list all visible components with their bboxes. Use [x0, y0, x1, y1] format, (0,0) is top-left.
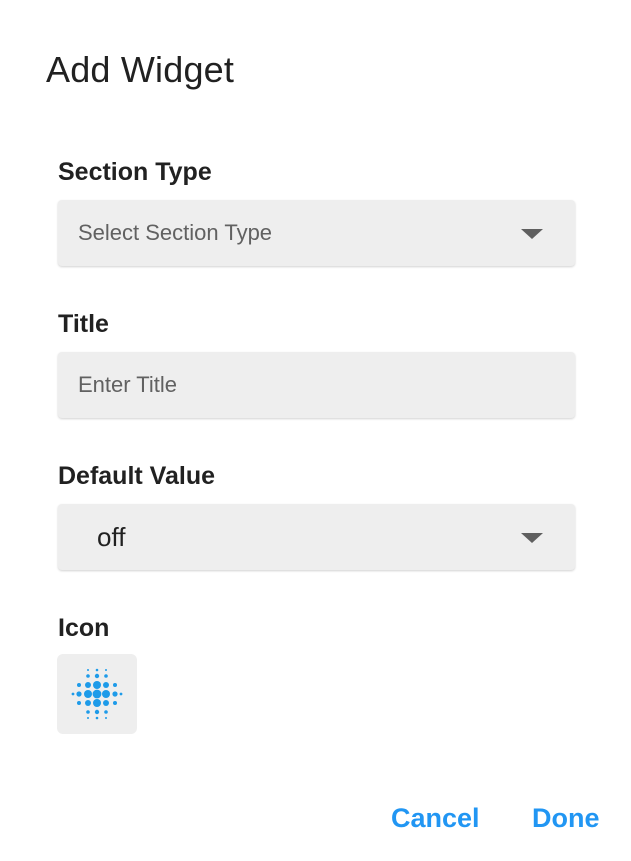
dotted-radial-icon: [71, 668, 123, 720]
icon-picker-button[interactable]: [57, 654, 137, 734]
add-widget-dialog: Add Widget Section Type Select Section T…: [0, 0, 631, 861]
default-value-selected: off: [97, 522, 126, 552]
dialog-title: Add Widget: [46, 49, 235, 90]
title-label: Title: [58, 310, 109, 338]
cancel-button[interactable]: Cancel: [391, 800, 480, 836]
chevron-down-icon: [521, 229, 543, 239]
section-type-placeholder: Select Section Type: [78, 220, 273, 245]
section-type-dropdown[interactable]: Select Section Type: [58, 200, 575, 266]
title-input[interactable]: Enter Title: [58, 352, 575, 418]
chevron-down-icon: [521, 533, 543, 543]
section-type-label: Section Type: [58, 158, 212, 186]
done-button[interactable]: Done: [532, 800, 600, 836]
title-placeholder: Enter Title: [78, 372, 178, 397]
default-value-label: Default Value: [58, 462, 215, 490]
default-value-dropdown[interactable]: off: [58, 504, 575, 570]
icon-label: Icon: [58, 614, 110, 642]
